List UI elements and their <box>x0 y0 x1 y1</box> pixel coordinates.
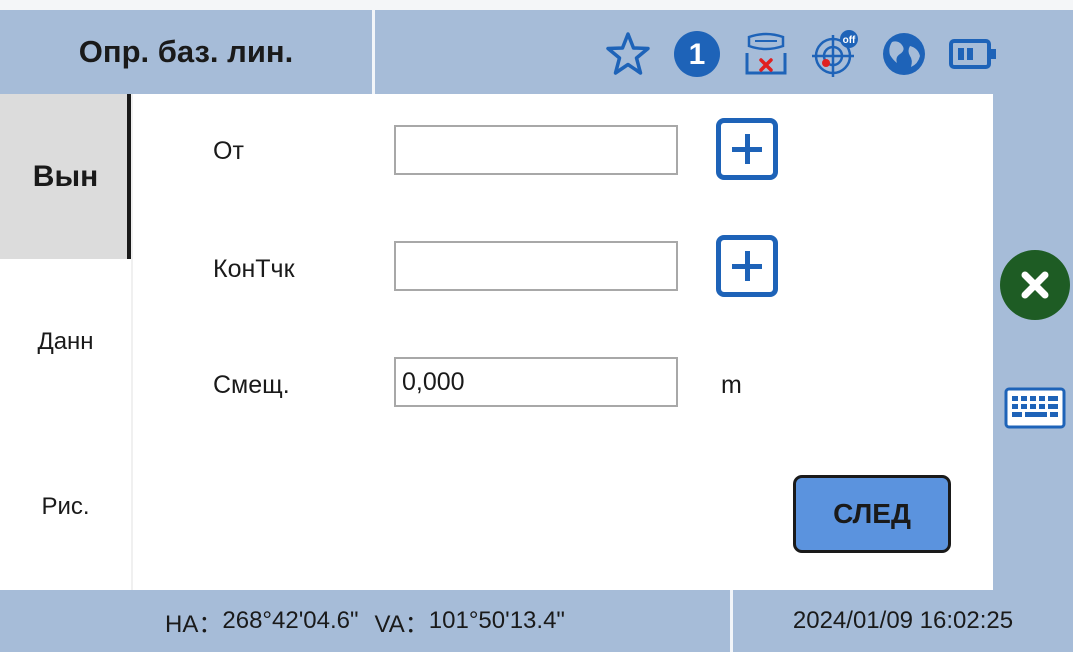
keyboard-button[interactable] <box>1004 387 1066 429</box>
from-point-input[interactable] <box>394 125 678 175</box>
angle-readout: HA： 268°42'04.6" VA： 101°50'13.4" <box>0 590 730 652</box>
sidebar: Вын Данн Рис. <box>0 94 131 590</box>
offset-label: Смещ. <box>213 371 290 399</box>
solution-number-icon[interactable]: 1 <box>669 27 724 82</box>
ha-value: 268°42'04.6" <box>222 607 359 634</box>
datetime: 2024/01/09 16:02:25 <box>792 607 1014 634</box>
right-toolbar <box>993 94 1073 590</box>
tab-stakeout[interactable]: Вын <box>0 94 131 259</box>
battery-icon <box>945 27 1000 82</box>
solution-number: 1 <box>688 38 705 71</box>
laser-off-badge: off <box>842 35 855 46</box>
tab-data[interactable]: Данн <box>0 259 131 424</box>
network-disconnected-icon[interactable] <box>738 27 793 82</box>
title-divider <box>372 10 375 94</box>
form-panel: От КонТчк Смещ. m СЛЕД <box>133 94 993 590</box>
star-icon[interactable] <box>600 27 655 82</box>
add-end-point-button[interactable] <box>716 235 778 297</box>
end-point-input[interactable] <box>394 241 678 291</box>
offset-unit: m <box>721 371 742 399</box>
from-point-label: От <box>213 137 244 165</box>
va-value: 101°50'13.4" <box>428 607 565 634</box>
close-icon <box>1021 271 1049 299</box>
end-point-label: КонТчк <box>213 255 295 283</box>
page-title: Опр. баз. лин. <box>78 34 294 69</box>
offset-input[interactable] <box>394 357 678 407</box>
next-button[interactable]: СЛЕД <box>793 475 951 553</box>
keyboard-icon <box>1004 387 1066 429</box>
close-button[interactable] <box>1000 250 1070 320</box>
laser-off-icon[interactable]: off <box>807 27 862 82</box>
globe-icon[interactable] <box>876 27 931 82</box>
add-from-point-button[interactable] <box>716 118 778 180</box>
ha-label: HA： <box>165 610 223 638</box>
status-footer: HA： 268°42'04.6" VA： 101°50'13.4" 2024/0… <box>0 590 1073 652</box>
status-bar: 1 off <box>600 24 1014 84</box>
va-label: VA： <box>374 610 429 638</box>
tab-drawing[interactable]: Рис. <box>0 424 131 590</box>
app-frame: Опр. баз. лин. 1 off Вын Данн Рис. От Ко… <box>0 10 1073 652</box>
